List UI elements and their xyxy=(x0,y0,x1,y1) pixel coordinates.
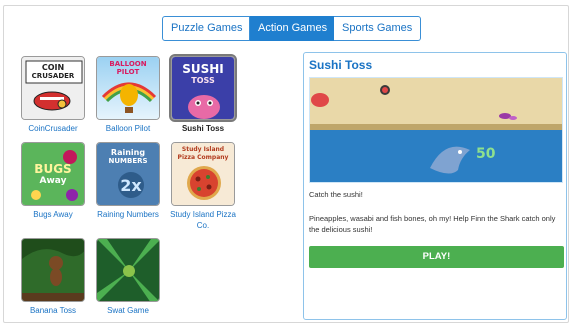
tab-label: Sports Games xyxy=(342,22,413,34)
svg-text:2x: 2x xyxy=(120,176,142,195)
thumb-title-line: Raining xyxy=(110,148,146,157)
thumb-title-line: SUSHI xyxy=(182,62,224,76)
thumb-title-line: NUMBERS xyxy=(108,157,148,165)
tab-puzzle-games[interactable]: Puzzle Games xyxy=(162,16,250,41)
game-title: Sushi Toss xyxy=(309,58,373,72)
thumb-title-line: PILOT xyxy=(116,68,140,76)
game-label[interactable]: Bugs Away xyxy=(16,209,90,220)
game-label[interactable]: Balloon Pilot xyxy=(91,123,165,134)
category-tabs: Puzzle Games Action Games Sports Games xyxy=(162,16,421,41)
game-label[interactable]: Banana Toss xyxy=(16,305,90,316)
thumb-title-line: Study Island xyxy=(181,146,225,153)
game-preview-image: 50 xyxy=(309,77,563,183)
thumb-title-line: Pizza Company xyxy=(177,154,229,161)
game-label[interactable]: Sushi Toss xyxy=(166,123,240,134)
thumb-title-line: BUGS xyxy=(34,162,72,176)
game-tile-swat-game[interactable]: Swat Game xyxy=(91,238,165,316)
game-thumbnail[interactable]: SUSHI TOSS xyxy=(169,54,237,122)
game-tile-sushi-toss[interactable]: SUSHI TOSS Sushi Toss xyxy=(166,54,240,134)
sushi-toss-preview-art-icon: 50 xyxy=(310,78,562,182)
thumb-title-line: TOSS xyxy=(191,76,215,85)
game-label[interactable]: Raining Numbers xyxy=(91,209,165,220)
game-thumbnail[interactable] xyxy=(21,238,85,302)
thumb-title-line: BALLOON xyxy=(109,60,147,68)
banana-toss-art-icon xyxy=(22,239,84,301)
game-thumbnail[interactable]: BALLOON PILOT xyxy=(96,56,160,120)
game-tile-balloon-pilot[interactable]: BALLOON PILOT Balloon Pilot xyxy=(91,56,165,134)
thumb-title-line: Away xyxy=(39,176,67,186)
swat-game-art-icon xyxy=(97,239,159,301)
preview-score: 50 xyxy=(476,146,496,162)
game-description: Pineapples, wasabi and fish bones, oh my… xyxy=(309,214,556,234)
game-tile-coincrusader[interactable]: COIN CRUSADER CoinCrusader xyxy=(16,56,90,134)
game-thumbnail[interactable]: COIN CRUSADER xyxy=(21,56,85,120)
play-button[interactable]: PLAY! xyxy=(309,246,564,268)
game-thumbnail[interactable]: BUGS Away xyxy=(21,142,85,206)
game-tile-banana-toss[interactable]: Banana Toss xyxy=(16,238,90,316)
game-tagline: Catch the sushi! xyxy=(309,190,363,199)
tab-sports-games[interactable]: Sports Games xyxy=(334,16,421,41)
game-detail-panel: Sushi Toss 50 Catch the sushi! Pineapple… xyxy=(303,52,567,320)
thumb-title-line: CRUSADER xyxy=(31,72,75,80)
game-tile-raining-numbers[interactable]: 2x Raining NUMBERS Raining Numbers xyxy=(91,142,165,220)
tab-label: Action Games xyxy=(258,22,328,34)
game-label[interactable]: Study Island Pizza Co. xyxy=(166,209,240,231)
game-thumbnail[interactable] xyxy=(96,238,160,302)
game-tile-bugs-away[interactable]: BUGS Away Bugs Away xyxy=(16,142,90,220)
tab-action-games[interactable]: Action Games xyxy=(250,16,334,41)
thumb-title-line: COIN xyxy=(41,63,65,72)
game-label[interactable]: Swat Game xyxy=(91,305,165,316)
game-grid: COIN CRUSADER CoinCrusader BALLOON PILOT… xyxy=(14,52,294,322)
game-tile-study-island-pizza[interactable]: Study Island Pizza Company Study Island … xyxy=(166,142,240,231)
game-thumbnail[interactable]: 2x Raining NUMBERS xyxy=(96,142,160,206)
game-label[interactable]: CoinCrusader xyxy=(16,123,90,134)
game-thumbnail[interactable]: Study Island Pizza Company xyxy=(171,142,235,206)
tab-label: Puzzle Games xyxy=(171,22,243,34)
